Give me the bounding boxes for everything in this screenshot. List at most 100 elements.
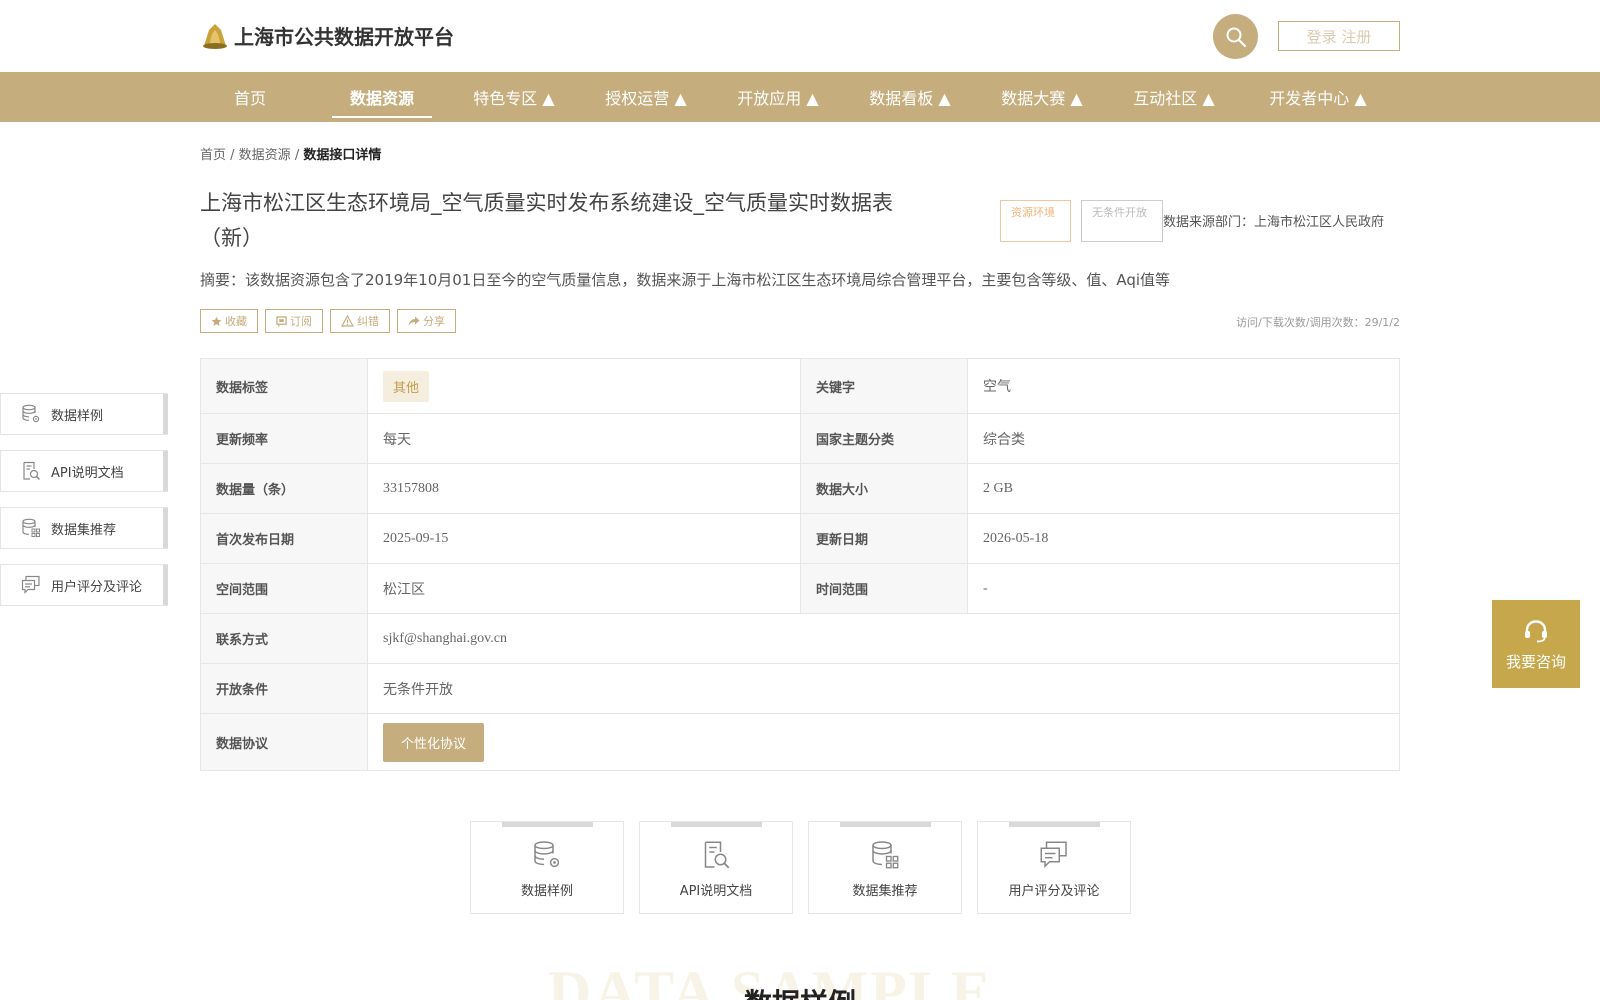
headset-icon bbox=[1525, 619, 1547, 642]
logo-icon bbox=[200, 20, 230, 50]
card-label: API说明文档 bbox=[679, 884, 753, 899]
favorite-label: 收藏 bbox=[225, 315, 247, 328]
breadcrumb-separator: / bbox=[226, 148, 239, 163]
side-item-rating-comments[interactable]: 用户评分及评论 bbox=[0, 564, 168, 606]
side-item-dataset-recommend[interactable]: 数据集推荐 bbox=[0, 507, 168, 549]
nav-community[interactable]: 互动社区 ▲ bbox=[1122, 72, 1226, 122]
theme-value: 综合类 bbox=[967, 413, 1400, 464]
theme-label: 国家主题分类 bbox=[800, 413, 968, 464]
first-publish-value: 2025-09-15 bbox=[367, 513, 801, 564]
comment-icon bbox=[21, 575, 40, 594]
data-tag-label: 数据标签 bbox=[200, 358, 368, 414]
table-row: 空间范围 松江区 时间范围 - bbox=[200, 563, 1400, 614]
flag-icon bbox=[276, 315, 287, 327]
card-dataset-recommend[interactable]: 数据集推荐 bbox=[808, 821, 962, 914]
source-department: 数据来源部门：上海市松江区人民政府 bbox=[1163, 215, 1385, 230]
nav-data-dashboard[interactable]: 数据看板 ▲ bbox=[858, 72, 962, 122]
page-title: 上海市松江区生态环境局_空气质量实时发布系统建设_空气质量实时数据表（新） bbox=[200, 191, 893, 250]
table-row: 开放条件 无条件开放 bbox=[200, 663, 1400, 714]
breadcrumb-resources[interactable]: 数据资源 bbox=[239, 148, 291, 163]
side-item-data-sample[interactable]: 数据样例 bbox=[0, 393, 168, 435]
first-publish-label: 首次发布日期 bbox=[200, 513, 368, 564]
open-condition-label: 开放条件 bbox=[200, 663, 368, 714]
time-range-value: - bbox=[967, 563, 1400, 614]
database-gear-icon bbox=[22, 404, 40, 423]
site-title: 上海市公共数据开放平台 bbox=[234, 24, 454, 49]
report-label: 纠错 bbox=[357, 315, 379, 328]
database-grid-icon bbox=[872, 841, 899, 869]
custom-protocol-button[interactable]: 个性化协议 bbox=[383, 722, 485, 762]
breadcrumb-current: 数据接口详情 bbox=[303, 148, 382, 163]
table-row: 数据量（条） 33157808 数据大小 2 GB bbox=[200, 463, 1400, 514]
nav-open-apps[interactable]: 开放应用 ▲ bbox=[726, 72, 830, 122]
document-search-icon bbox=[704, 841, 730, 869]
card-rating-comments[interactable]: 用户评分及评论 bbox=[977, 821, 1131, 914]
section-title: 数据样例 bbox=[744, 982, 856, 1000]
protocol-cell: 个性化协议 bbox=[367, 713, 1400, 771]
data-tag-badge[interactable]: 其他 bbox=[383, 370, 430, 402]
search-icon bbox=[1226, 27, 1246, 47]
keyword-value: 空气 bbox=[967, 358, 1400, 414]
login-register-button[interactable]: 登录 注册 bbox=[1278, 21, 1400, 51]
side-item-api-doc[interactable]: API说明文档 bbox=[0, 450, 168, 492]
open-condition-value: 无条件开放 bbox=[367, 663, 1400, 714]
share-label: 分享 bbox=[423, 315, 445, 328]
side-item-label: 数据样例 bbox=[51, 408, 104, 424]
top-header: 上海市公共数据开放平台 登录 注册 bbox=[0, 0, 1600, 72]
nav-special-zones[interactable]: 特色专区 ▲ bbox=[462, 72, 566, 122]
data-size-label: 数据大小 bbox=[800, 463, 968, 514]
action-bar: 收藏 订阅 纠错 分享 bbox=[200, 309, 456, 333]
side-item-label: API说明文档 bbox=[51, 465, 124, 481]
spatial-range-label: 空间范围 bbox=[200, 563, 368, 614]
keyword-label: 关键字 bbox=[800, 358, 968, 414]
search-button[interactable] bbox=[1213, 14, 1258, 59]
favorite-button[interactable]: 收藏 bbox=[200, 309, 258, 333]
card-label: 用户评分及评论 bbox=[1008, 884, 1100, 899]
protocol-label: 数据协议 bbox=[200, 713, 368, 771]
table-row: 联系方式 sjkf@shanghai.gov.cn bbox=[200, 613, 1400, 664]
main-nav: 首页 数据资源 特色专区 ▲ 授权运营 ▲ 开放应用 ▲ 数据看板 ▲ 数据大赛… bbox=[0, 72, 1600, 122]
comment-icon bbox=[1040, 841, 1067, 869]
database-grid-icon bbox=[22, 518, 40, 537]
share-icon bbox=[408, 316, 420, 326]
card-data-sample[interactable]: 数据样例 bbox=[470, 821, 624, 914]
data-size-value: 2 GB bbox=[967, 463, 1400, 514]
card-label: 数据集推荐 bbox=[852, 884, 918, 899]
subscribe-label: 订阅 bbox=[290, 315, 312, 328]
access-stats: 访问/下载次数/调用次数：29/1/2 bbox=[1236, 316, 1400, 329]
nav-home[interactable]: 首页 bbox=[212, 72, 288, 122]
subscribe-button[interactable]: 订阅 bbox=[265, 309, 323, 333]
star-icon bbox=[211, 316, 222, 326]
card-api-doc[interactable]: API说明文档 bbox=[639, 821, 793, 914]
open-type-tag: 无条件开放 bbox=[1081, 200, 1163, 242]
record-count-label: 数据量（条） bbox=[200, 463, 368, 514]
breadcrumb-home[interactable]: 首页 bbox=[200, 148, 226, 163]
report-error-button[interactable]: 纠错 bbox=[330, 309, 390, 333]
nav-authorized-operation[interactable]: 授权运营 ▲ bbox=[594, 72, 698, 122]
share-button[interactable]: 分享 bbox=[397, 309, 456, 333]
time-range-label: 时间范围 bbox=[800, 563, 968, 614]
breadcrumb-separator: / bbox=[290, 148, 304, 163]
topic-tag: 资源环境 bbox=[1000, 200, 1071, 242]
consult-button[interactable]: 我要咨询 bbox=[1492, 600, 1580, 688]
table-row: 更新频率 每天 国家主题分类 综合类 bbox=[200, 413, 1400, 464]
contact-value: sjkf@shanghai.gov.cn bbox=[367, 613, 1400, 664]
side-item-label: 用户评分及评论 bbox=[51, 579, 143, 595]
data-tag-cell: 其他 bbox=[367, 358, 801, 414]
nav-data-contest[interactable]: 数据大赛 ▲ bbox=[990, 72, 1094, 122]
record-count-value: 33157808 bbox=[367, 463, 801, 514]
table-row: 首次发布日期 2025-09-15 更新日期 2026-05-18 bbox=[200, 513, 1400, 564]
spatial-range-value: 松江区 bbox=[367, 563, 801, 614]
nav-data-resources[interactable]: 数据资源 bbox=[332, 72, 432, 122]
contact-label: 联系方式 bbox=[200, 613, 368, 664]
breadcrumb: 首页 / 数据资源 / 数据接口详情 bbox=[200, 144, 381, 163]
site-logo[interactable]: 上海市公共数据开放平台 bbox=[200, 20, 454, 50]
update-frequency-value: 每天 bbox=[367, 413, 801, 464]
nav-developer-center[interactable]: 开发者中心 ▲ bbox=[1258, 72, 1378, 122]
database-gear-icon bbox=[534, 841, 560, 868]
table-row: 数据协议 个性化协议 bbox=[200, 713, 1400, 771]
consult-label: 我要咨询 bbox=[1505, 652, 1566, 671]
warning-icon bbox=[341, 315, 354, 327]
table-row: 数据标签 其他 关键字 空气 bbox=[200, 358, 1400, 414]
update-date-value: 2026-05-18 bbox=[967, 513, 1400, 564]
